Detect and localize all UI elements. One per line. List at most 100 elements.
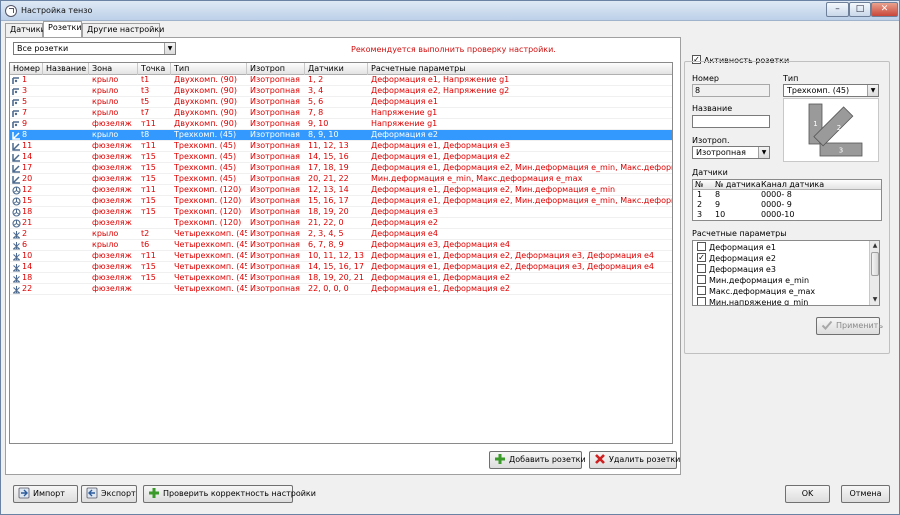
- add-rosettes-button[interactable]: Добавить розетки: [489, 451, 586, 469]
- name-input[interactable]: [692, 115, 770, 128]
- type-select[interactable]: Трехкомп. (45) ▼: [783, 84, 879, 97]
- table-row[interactable]: 14 фюзеляж т15 Четырехкомп. (45) Изотропная 1…: [10, 262, 672, 273]
- cell-isotropy: Изотропная: [250, 229, 300, 238]
- calc-param-checkbox[interactable]: [697, 297, 706, 305]
- cell-zone: крыло: [92, 75, 119, 84]
- calc-param-checkbox[interactable]: [697, 286, 706, 295]
- rosette-filter-select[interactable]: Все розетки ▼: [13, 42, 176, 55]
- col-header-params[interactable]: Расчетные параметры: [368, 63, 672, 75]
- table-row[interactable]: 10 фюзеляж т11 Четырехкомп. (45) Изотропная 1…: [10, 251, 672, 262]
- scroll-down-icon[interactable]: ▼: [870, 295, 879, 305]
- table-row[interactable]: 18 фюзеляж т15 Трехкомп. (120) Изотропная 18,…: [10, 207, 672, 218]
- calc-param-label: Деформация е1: [709, 243, 776, 252]
- calc-param-checkbox[interactable]: [697, 242, 706, 251]
- cell-isotropy: Изотропная: [250, 196, 300, 205]
- scroll-up-icon[interactable]: ▲: [870, 241, 879, 251]
- calc-param-label: Деформация е3: [709, 265, 776, 274]
- sensors-col-sensor[interactable]: № датчика: [713, 180, 761, 190]
- rosette-sensors-table[interactable]: № № датчика Канал датчика 1 8 0000- 8 2 9 000…: [692, 179, 882, 221]
- sensor-cell-index: 3: [697, 210, 703, 219]
- title-bar[interactable]: Настройка тензо – □ ✕: [1, 1, 899, 21]
- table-row[interactable]: 6 крыло t6 Четырехкомп. (45) Изотропная 6, 7,…: [10, 240, 672, 251]
- isotropy-label: Изотроп.: [692, 136, 730, 145]
- checkmark-icon: [821, 320, 833, 330]
- chevron-down-icon[interactable]: ▼: [867, 85, 878, 96]
- cell-zone: фюзеляж: [92, 262, 132, 271]
- cancel-button[interactable]: Отмена: [841, 485, 890, 503]
- cell-params: Деформация е3: [371, 207, 438, 216]
- table-row[interactable]: 22 фюзеляж Четырехкомп. (45) Изотропная 22, …: [10, 284, 672, 295]
- cell-name: [43, 75, 89, 86]
- table-row[interactable]: 17 фюзеляж т15 Трехкомп. (45) Изотропная 17, …: [10, 163, 672, 174]
- check-settings-button[interactable]: Проверить корректность настройки: [143, 485, 316, 503]
- calc-param-item[interactable]: Макс.деформация е_max: [697, 286, 815, 298]
- chevron-down-icon[interactable]: ▼: [164, 43, 175, 54]
- app-icon: [5, 5, 17, 17]
- cell-name: [43, 229, 89, 240]
- table-row[interactable]: 3 крыло t3 Двухкомп. (90) Изотропная 3, 4 Дефо…: [10, 86, 672, 97]
- calc-param-item[interactable]: ✓ Деформация е2: [697, 253, 776, 265]
- delete-rosettes-button[interactable]: Удалить розетки: [589, 451, 680, 469]
- calc-param-item[interactable]: Мин.напряжение g_min: [697, 297, 808, 305]
- export-label: Экспорт: [101, 489, 136, 498]
- cell-params: Деформация е2: [371, 130, 438, 139]
- sensors-col-channel[interactable]: Канал датчика: [759, 180, 839, 190]
- isotropy-select[interactable]: Изотропная ▼: [692, 146, 770, 159]
- table-row[interactable]: 9 фюзеляж т11 Двухкомп. (90) Изотропная 9, 10…: [10, 119, 672, 130]
- col-header-isotropy[interactable]: Изотроп: [247, 63, 305, 75]
- ok-button[interactable]: OK: [785, 485, 830, 503]
- cell-name: [43, 97, 89, 108]
- tab-sensors[interactable]: Датчики: [5, 23, 46, 37]
- table-row[interactable]: 1 крыло t1 Двухкомп. (90) Изотропная 1, 2 Дефо…: [10, 75, 672, 86]
- table-row[interactable]: 8 крыло t8 Трехкомп. (45) Изотропная 8, 9, 10…: [10, 130, 672, 141]
- table-row[interactable]: 21 фюзеляж Трехкомп. (120) Изотропная 21, 22…: [10, 218, 672, 229]
- params-scrollbar[interactable]: ▲ ▼: [869, 241, 879, 305]
- tab-other-settings[interactable]: Другие настройки: [82, 23, 164, 37]
- cell-point: т11: [141, 185, 156, 194]
- col-header-sensors[interactable]: Датчики: [305, 63, 368, 75]
- cell-point: т15: [141, 207, 156, 216]
- sensors-col-index[interactable]: №: [693, 180, 709, 190]
- export-button[interactable]: Экспорт: [81, 485, 137, 503]
- calc-param-checkbox[interactable]: ✓: [697, 253, 706, 262]
- cell-type: Двухкомп. (90): [174, 97, 237, 106]
- cell-sensors: 21, 22, 0: [308, 218, 344, 227]
- cell-point: т11: [141, 141, 156, 150]
- diagram-label-3: 3: [839, 147, 843, 155]
- maximize-button[interactable]: □: [849, 2, 871, 17]
- minimize-button[interactable]: –: [826, 2, 849, 17]
- calc-param-checkbox[interactable]: [697, 275, 706, 284]
- table-row[interactable]: 15 фюзеляж т15 Трехкомп. (120) Изотропная 15,…: [10, 196, 672, 207]
- calc-param-item[interactable]: Деформация е1: [697, 242, 776, 254]
- cell-point: t3: [141, 86, 150, 95]
- table-row[interactable]: 18 фюзеляж т15 Четырехкомп. (45) Изотропная 1…: [10, 273, 672, 284]
- cell-isotropy: Изотропная: [250, 284, 300, 293]
- close-button[interactable]: ✕: [871, 2, 898, 17]
- calc-param-item[interactable]: Мин.деформация е_min: [697, 275, 809, 287]
- cell-sensors: 10, 11, 12, 13: [308, 251, 364, 260]
- import-button[interactable]: Импорт: [13, 485, 78, 503]
- col-header-number[interactable]: Номер: [10, 63, 43, 75]
- col-header-zone[interactable]: Зона: [89, 63, 138, 75]
- col-header-point[interactable]: Точка: [138, 63, 171, 75]
- apply-button[interactable]: Применить: [816, 317, 883, 335]
- table-row[interactable]: 7 крыло t7 Двухкомп. (90) Изотропная 7, 8 Напр…: [10, 108, 672, 119]
- cell-params: Деформация е1, Деформация е2, Мин.деформ…: [371, 163, 672, 172]
- calc-param-item[interactable]: Деформация е3: [697, 264, 776, 276]
- cell-type: Трехкомп. (120): [174, 207, 242, 216]
- table-row[interactable]: 12 фюзеляж т11 Трехкомп. (120) Изотропная 12,…: [10, 185, 672, 196]
- calc-param-checkbox[interactable]: [697, 264, 706, 273]
- table-row[interactable]: 2 крыло t2 Четырехкомп. (45) Изотропная 2, 3,…: [10, 229, 672, 240]
- col-header-type[interactable]: Тип: [171, 63, 247, 75]
- rosettes-table[interactable]: Номер Название Зона Точка Тип Изотроп Да…: [9, 62, 673, 444]
- table-row[interactable]: 14 фюзеляж т15 Трехкомп. (45) Изотропная 14, …: [10, 152, 672, 163]
- table-row[interactable]: 20 фюзеляж т15 Трехкомп. (45) Изотропная 20, …: [10, 174, 672, 185]
- calc-params-list[interactable]: ▲ ▼ Деформация е1 ✓ Деформация е2 Деформаци…: [692, 240, 880, 306]
- chevron-down-icon[interactable]: ▼: [758, 147, 769, 158]
- col-header-name[interactable]: Название: [43, 63, 89, 75]
- table-row[interactable]: 5 крыло t5 Двухкомп. (90) Изотропная 5, 6 Дефо…: [10, 97, 672, 108]
- params-scroll-thumb[interactable]: [871, 252, 879, 276]
- table-row[interactable]: 11 фюзеляж т11 Трехкомп. (45) Изотропная 11, …: [10, 141, 672, 152]
- cell-number: 17: [22, 163, 33, 172]
- tab-rosettes[interactable]: Розетки: [43, 21, 82, 37]
